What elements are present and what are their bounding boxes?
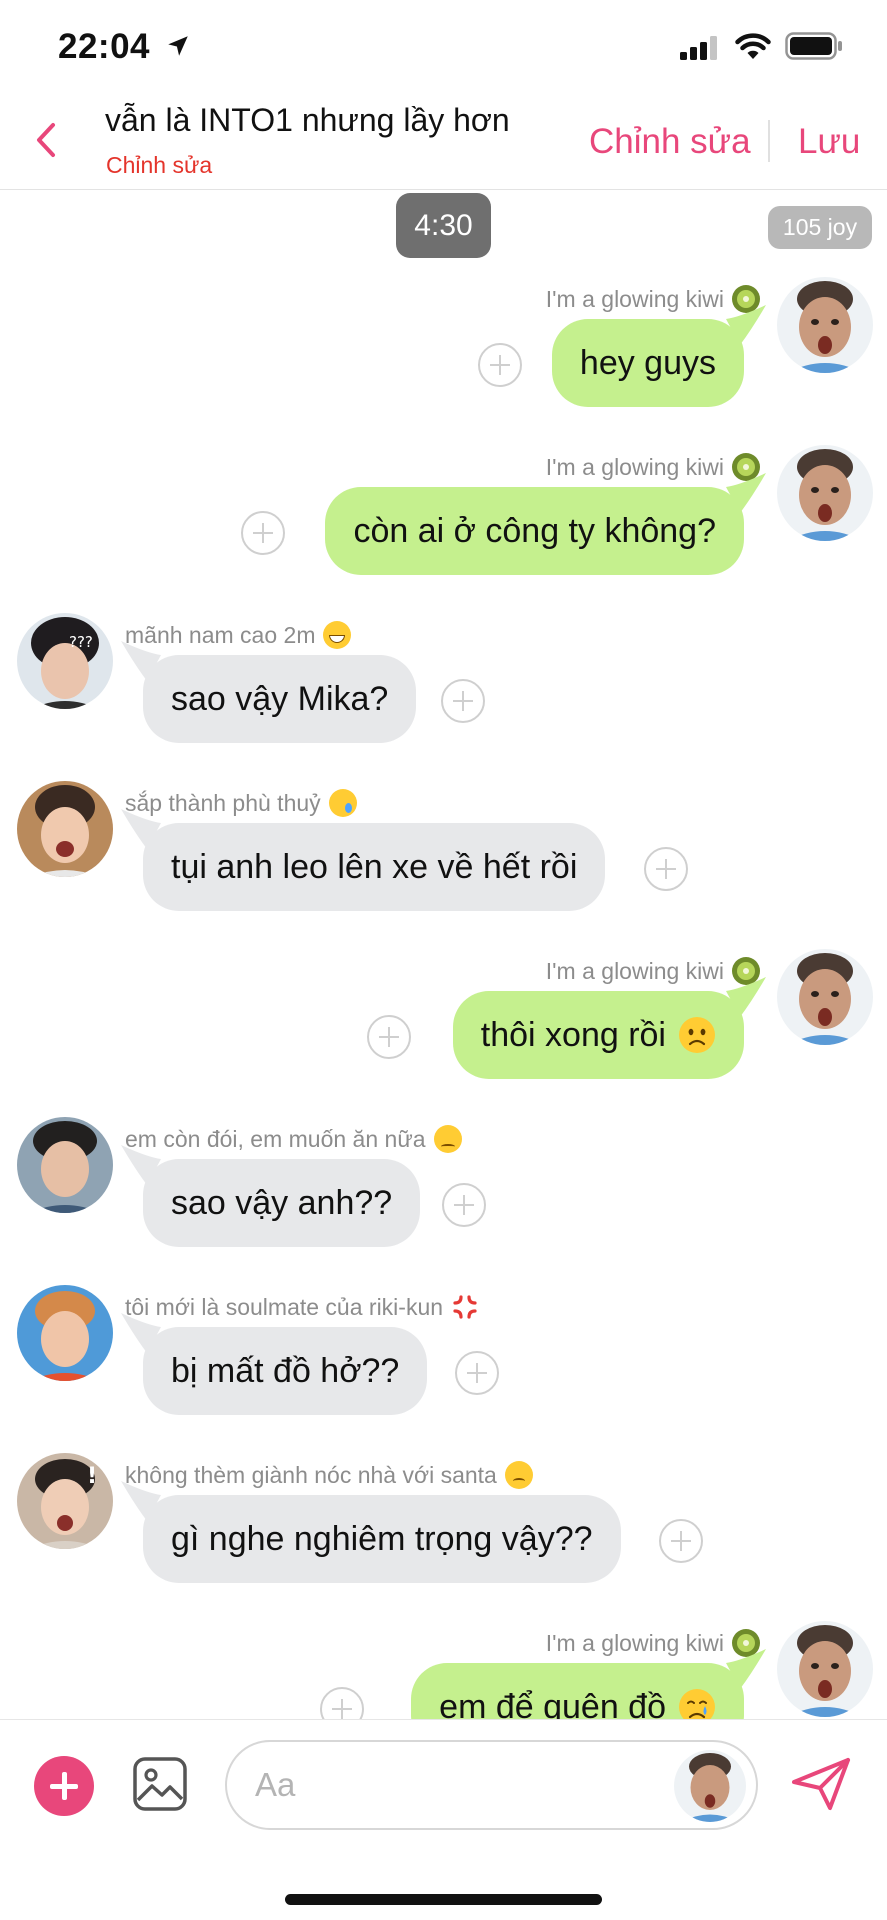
message-input-wrapper[interactable] bbox=[225, 1740, 758, 1830]
cellular-signal-icon bbox=[680, 36, 717, 60]
add-reaction-button[interactable] bbox=[659, 1519, 703, 1563]
avatar[interactable] bbox=[17, 1117, 113, 1213]
frowning-emoji-icon bbox=[504, 1461, 533, 1489]
chat-title: vẫn là INTO1 nhưng lầy hơn bbox=[105, 102, 510, 138]
avatar[interactable]: ! bbox=[17, 1453, 113, 1549]
add-reaction-button[interactable] bbox=[644, 847, 688, 891]
back-button[interactable] bbox=[26, 112, 66, 168]
message-text: hey guys bbox=[579, 343, 716, 382]
composer bbox=[0, 1719, 887, 1920]
location-arrow-icon bbox=[168, 36, 188, 56]
message-bubble[interactable]: còn ai ở công ty không? bbox=[325, 473, 766, 575]
joy-badge: 105 joy bbox=[768, 206, 872, 249]
chat-header: vẫn là INTO1 nhưng lầy hơn Chỉnh sửa Chỉ… bbox=[0, 90, 887, 190]
header-divider bbox=[768, 120, 770, 162]
sender-name: tôi mới là soulmate của riki-kun bbox=[125, 1293, 479, 1321]
avatar[interactable] bbox=[777, 277, 873, 373]
send-icon[interactable] bbox=[790, 1756, 852, 1812]
add-reaction-button[interactable] bbox=[455, 1351, 499, 1395]
chevron-left-icon bbox=[37, 123, 55, 157]
anger-symbol-emoji-icon bbox=[453, 1295, 477, 1319]
message-bubble[interactable]: thôi xong rồi bbox=[452, 977, 766, 1079]
avatar[interactable] bbox=[17, 1285, 113, 1381]
message-bubble[interactable]: bị mất đồ hở?? bbox=[121, 1313, 428, 1415]
grinning-emoji-icon bbox=[323, 621, 352, 649]
message-bubble[interactable]: hey guys bbox=[551, 305, 766, 407]
time-pill: 4:30 bbox=[396, 193, 491, 258]
add-reaction-button[interactable] bbox=[442, 1183, 486, 1227]
home-indicator bbox=[285, 1894, 602, 1905]
message-text: em để quên đồ bbox=[439, 1687, 666, 1720]
message-input[interactable] bbox=[255, 1760, 655, 1810]
message-text: tụi anh leo lên xe về hết rồi bbox=[171, 847, 578, 886]
svg-text:???: ??? bbox=[69, 633, 93, 651]
message-text: gì nghe nghiêm trọng vậy?? bbox=[171, 1519, 593, 1558]
avatar[interactable] bbox=[777, 949, 873, 1045]
svg-text:!: ! bbox=[87, 1464, 97, 1489]
message-bubble[interactable]: tụi anh leo lên xe về hết rồi bbox=[121, 809, 606, 911]
message-bubble[interactable]: sao vậy anh?? bbox=[121, 1145, 421, 1247]
add-reaction-button[interactable] bbox=[367, 1015, 411, 1059]
message-text: thôi xong rồi bbox=[480, 1015, 666, 1054]
avatar[interactable] bbox=[777, 445, 873, 541]
worried-emoji-icon bbox=[679, 1017, 715, 1053]
crying-emoji-icon bbox=[679, 1689, 715, 1719]
crying-emoji-icon bbox=[328, 789, 357, 817]
status-time: 22:04 bbox=[58, 27, 151, 66]
disappointed-emoji-icon bbox=[433, 1125, 462, 1153]
sticker-avatar[interactable] bbox=[674, 1750, 746, 1822]
add-reaction-button[interactable] bbox=[478, 343, 522, 387]
sender-name: không thèm giành nóc nhà với santa bbox=[125, 1461, 533, 1489]
add-reaction-button[interactable] bbox=[441, 679, 485, 723]
avatar[interactable]: ??? bbox=[17, 613, 113, 709]
avatar[interactable] bbox=[17, 781, 113, 877]
message-row: I'm a glowing kiwi hey guys bbox=[0, 277, 887, 437]
edit-button[interactable]: Chỉnh sửa bbox=[589, 122, 751, 162]
chat-subtitle[interactable]: Chỉnh sửa bbox=[106, 152, 212, 179]
message-text: sao vậy anh?? bbox=[171, 1183, 393, 1222]
message-text: sao vậy Mika? bbox=[171, 679, 389, 718]
image-icon[interactable] bbox=[132, 1756, 188, 1812]
wifi-icon bbox=[735, 33, 771, 59]
sender-name: em còn đói, em muốn ăn nữa bbox=[125, 1125, 462, 1153]
message-bubble[interactable]: em để quên đồ bbox=[411, 1649, 766, 1720]
message-row: sắp thành phù thuỷ tụi anh leo lên xe về… bbox=[0, 781, 887, 941]
message-row: tôi mới là soulmate của riki-kun bị mất … bbox=[0, 1285, 887, 1445]
save-button[interactable]: Lưu bbox=[798, 122, 860, 162]
message-text: còn ai ở công ty không? bbox=[353, 511, 716, 550]
add-attachment-button[interactable] bbox=[34, 1756, 94, 1816]
message-row: ! không thèm giành nóc nhà với santa gì … bbox=[0, 1453, 887, 1613]
message-row: I'm a glowing kiwi em để quên đồ bbox=[0, 1621, 887, 1719]
message-text: bị mất đồ hở?? bbox=[171, 1351, 400, 1390]
battery-icon bbox=[785, 32, 842, 60]
message-list[interactable]: 4:30 105 joy I'm a glowing kiwi hey guys… bbox=[0, 191, 887, 1719]
message-bubble[interactable]: gì nghe nghiêm trọng vậy?? bbox=[121, 1481, 621, 1583]
message-row: I'm a glowing kiwi còn ai ở công ty khôn… bbox=[0, 445, 887, 605]
message-row: em còn đói, em muốn ăn nữa sao vậy anh?? bbox=[0, 1117, 887, 1277]
message-row: I'm a glowing kiwi thôi xong rồi bbox=[0, 949, 887, 1109]
message-row: ??? mãnh nam cao 2m sao vậy Mika? bbox=[0, 613, 887, 773]
status-bar: 22:04 bbox=[0, 0, 887, 90]
add-reaction-button[interactable] bbox=[320, 1687, 364, 1719]
avatar[interactable] bbox=[777, 1621, 873, 1717]
add-reaction-button[interactable] bbox=[241, 511, 285, 555]
message-bubble[interactable]: sao vậy Mika? bbox=[121, 641, 417, 743]
